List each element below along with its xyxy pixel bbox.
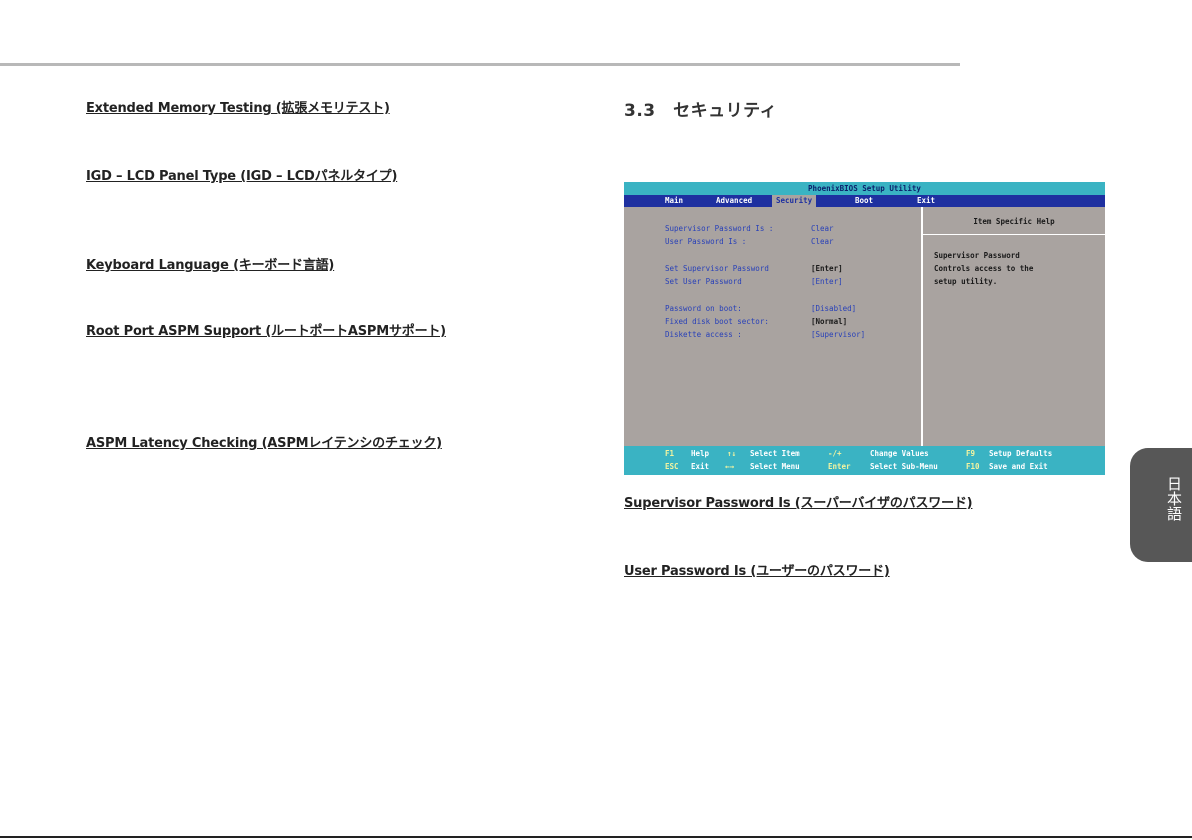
bios-key-desc: Select Item <box>750 449 800 458</box>
bios-row-label[interactable]: Set User Password <box>665 277 742 286</box>
footer-rule <box>0 836 1192 838</box>
heading-keyboard-language[interactable]: Keyboard Language (キーボード言語) <box>86 254 334 273</box>
bios-help-separator <box>923 234 1105 235</box>
section-title: 3.3 セキュリティ <box>624 101 778 121</box>
bios-menubar: Main Advanced Security Boot Exit <box>624 195 1105 207</box>
bios-key-desc: Select Sub-Menu <box>870 462 938 471</box>
bios-key-desc: Exit <box>691 462 710 471</box>
bios-key-esc: ESC <box>665 462 679 471</box>
bios-row-label: User Password Is : <box>665 237 747 246</box>
bios-key-leftright: ←→ <box>725 462 735 471</box>
bios-key-desc: Select Menu <box>750 462 800 471</box>
heading-supervisor-password-is[interactable]: Supervisor Password Is (スーパーバイザのパスワード) <box>624 492 973 511</box>
bios-divider <box>921 207 923 446</box>
bios-key-updown: ↑↓ <box>727 449 737 458</box>
language-side-tab[interactable]: 日本語 <box>1130 448 1192 562</box>
bios-row-value: Clear <box>811 224 834 233</box>
bios-row-label[interactable]: Set Supervisor Password <box>665 264 769 273</box>
bios-help-line: setup utility. <box>934 277 998 286</box>
bios-row-value: Clear <box>811 237 834 246</box>
bios-key-desc: Setup Defaults <box>989 449 1053 458</box>
bios-key-desc: Help <box>691 449 710 458</box>
bios-row-value[interactable]: [Supervisor] <box>811 330 865 339</box>
bios-menu-exit[interactable]: Exit <box>917 195 935 207</box>
heading-root-port-aspm-support[interactable]: Root Port ASPM Support (ルートポートASPMサポート) <box>86 320 446 339</box>
bios-menu-main[interactable]: Main <box>665 195 683 207</box>
bios-key-desc: Save and Exit <box>989 462 1048 471</box>
bios-key-enter: Enter <box>828 462 851 471</box>
bios-row-value[interactable]: [Normal] <box>811 317 847 326</box>
bios-row-value[interactable]: [Enter] <box>811 277 843 286</box>
bios-key-desc: Change Values <box>870 449 929 458</box>
language-tab-label: 日本語 <box>1165 476 1183 521</box>
bios-key-f1: F1 <box>665 449 675 458</box>
bios-row-label[interactable]: Diskette access : <box>665 330 742 339</box>
bios-menu-advanced[interactable]: Advanced <box>716 195 752 207</box>
heading-extended-memory-testing[interactable]: Extended Memory Testing (拡張メモリテスト) <box>86 97 390 116</box>
bios-row-value[interactable]: [Disabled] <box>811 304 856 313</box>
bios-help-line: Supervisor Password <box>934 251 1020 260</box>
heading-user-password-is[interactable]: User Password Is (ユーザーのパスワード) <box>624 560 890 579</box>
bios-help-line: Controls access to the <box>934 264 1034 273</box>
bios-title: PhoenixBIOS Setup Utility <box>624 182 1105 195</box>
bios-row-label[interactable]: Fixed disk boot sector: <box>665 317 769 326</box>
bios-row-value[interactable]: [Enter] <box>811 264 843 273</box>
bios-key-minus-plus: -/+ <box>828 449 842 458</box>
bios-key-f9: F9 <box>966 449 976 458</box>
bios-key-f10: F10 <box>966 462 980 471</box>
heading-aspm-latency-checking[interactable]: ASPM Latency Checking (ASPMレイテンシのチェック) <box>86 432 442 451</box>
bios-footer: F1 Help ↑↓ Select Item -/+ Change Values… <box>624 446 1105 475</box>
heading-igd-lcd-panel-type[interactable]: IGD – LCD Panel Type (IGD – LCDパネルタイプ) <box>86 165 397 184</box>
bios-row-label[interactable]: Password on boot: <box>665 304 742 313</box>
bios-screenshot: PhoenixBIOS Setup Utility Main Advanced … <box>624 182 1105 475</box>
bios-menu-security[interactable]: Security <box>772 195 817 207</box>
bios-menu-boot[interactable]: Boot <box>855 195 873 207</box>
bios-help-title: Item Specific Help <box>973 217 1055 226</box>
header-rule <box>0 63 960 66</box>
bios-row-label: Supervisor Password Is : <box>665 224 774 233</box>
